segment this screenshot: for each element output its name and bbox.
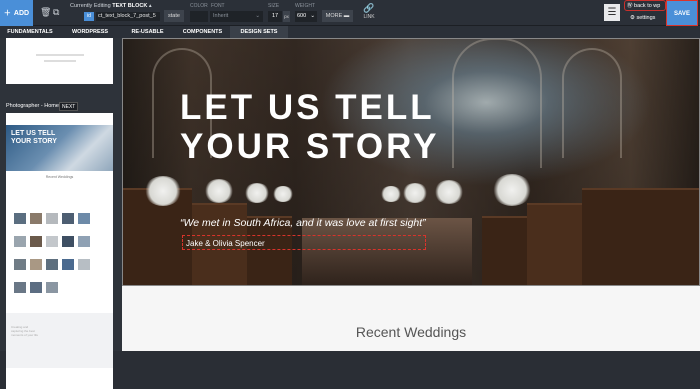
link-button[interactable]: 🔗 LINK: [360, 3, 378, 23]
thumb-photo: [14, 282, 26, 293]
next-button[interactable]: NEXT: [59, 102, 79, 111]
chevron-down-icon: ⌄: [255, 13, 260, 19]
editing-type: TEXT BLOCK: [112, 3, 148, 9]
thumb-section-title: Recent Weddings: [45, 175, 74, 179]
tab-components[interactable]: COMPONENTS: [175, 26, 230, 38]
font-select[interactable]: Inherit ⌄: [210, 11, 263, 22]
link-icon: 🔗: [363, 3, 375, 13]
editing-prefix: Currently Editing: [70, 3, 111, 9]
weight-select[interactable]: 600 ⌄: [295, 11, 317, 22]
back-to-wp-label: back to wp: [634, 3, 661, 9]
size-unit[interactable]: px: [283, 11, 290, 22]
thumb-photo: [30, 282, 42, 293]
more-button[interactable]: MORE ▬: [322, 10, 353, 22]
add-button[interactable]: ＋ ADD: [0, 0, 33, 26]
thumb-photo: [46, 236, 58, 247]
thumb-photo: [14, 236, 26, 247]
back-to-wp-button[interactable]: Ⓦ back to wp: [624, 0, 666, 11]
thumb-photo: [30, 213, 42, 224]
tab-re-usable[interactable]: RE-USABLE: [120, 26, 175, 38]
hero-outline: [122, 38, 700, 286]
thumb-photo: [46, 213, 58, 224]
plus-icon: ＋: [3, 10, 11, 17]
page-canvas: LET US TELL YOUR STORY “We met in South …: [122, 38, 700, 351]
hamburger-menu-icon[interactable]: ☰: [604, 4, 620, 21]
section-title[interactable]: Recent Weddings: [122, 324, 700, 340]
tab-wordpress[interactable]: WORDPRESS: [60, 26, 120, 38]
chevron-down-icon: ⌄: [310, 13, 315, 19]
thumb-photo: [78, 236, 90, 247]
font-value: Inherit: [213, 13, 229, 19]
wordpress-icon: Ⓦ: [627, 3, 633, 9]
thumb-photo: [62, 259, 74, 270]
size-label: SIZE: [268, 3, 280, 9]
thumb-photo: [30, 236, 42, 247]
color-picker[interactable]: [190, 11, 208, 22]
design-thumbnail-prev[interactable]: [6, 38, 113, 84]
weight-label: WEIGHT: [295, 3, 315, 9]
tab-fundamentals[interactable]: FUNDAMENTALS: [0, 26, 60, 38]
id-badge[interactable]: id: [84, 12, 94, 21]
thumb-photo: [46, 282, 58, 293]
thumb-photo: [14, 213, 26, 224]
thumb-photo: [78, 259, 90, 270]
thumb-line: [44, 60, 76, 62]
add-label: ADD: [13, 9, 30, 17]
hero-section[interactable]: LET US TELL YOUR STORY “We met in South …: [122, 38, 700, 286]
size-input[interactable]: 17: [268, 11, 282, 22]
thumb-photo: [30, 259, 42, 270]
tab-design-sets[interactable]: DESIGN SETS: [230, 26, 288, 38]
trash-icon[interactable]: 🗑: [40, 7, 51, 18]
state-button[interactable]: state: [164, 10, 184, 22]
font-label: FONT: [211, 3, 225, 9]
thumb-hero-title: LET US TELL YOUR STORY: [11, 130, 57, 145]
design-thumbnail-photographer-home[interactable]: LET US TELL YOUR STORY Recent Weddings C…: [6, 113, 113, 389]
editing-label: Currently Editing TEXT BLOCK ▴: [70, 3, 152, 9]
thumb-photo: [46, 259, 58, 270]
gear-icon: ⚙: [630, 15, 635, 21]
design-sets-sidebar: Photographer - Home NEXT LET US TELL YOU…: [0, 38, 122, 389]
thumb-block-text: Creating and capturing the best moments …: [11, 325, 39, 337]
thumb-photo: [62, 213, 74, 224]
thumb-line: [36, 54, 84, 56]
more-label: MORE: [325, 13, 343, 19]
thumb-photo: [14, 259, 26, 270]
save-button[interactable]: SAVE: [666, 0, 698, 26]
weight-value: 600: [297, 13, 307, 19]
duplicate-icon[interactable]: ⧉: [53, 7, 59, 18]
thumb-photo: [62, 236, 74, 247]
thumb-photo: [78, 213, 90, 224]
top-toolbar: ＋ ADD 🗑 ⧉ Currently Editing TEXT BLOCK ▴…: [0, 0, 700, 26]
link-label: LINK: [363, 14, 375, 20]
color-label: COLOR: [190, 3, 208, 9]
panel-tabs: FUNDAMENTALS WORDPRESS RE-USABLE COMPONE…: [0, 26, 700, 38]
settings-button[interactable]: ⚙ settings: [630, 13, 666, 24]
thumb-text-block: [6, 313, 113, 368]
selector-input[interactable]: ct_text_block_7_post_5: [96, 12, 160, 21]
settings-label: settings: [636, 15, 656, 21]
